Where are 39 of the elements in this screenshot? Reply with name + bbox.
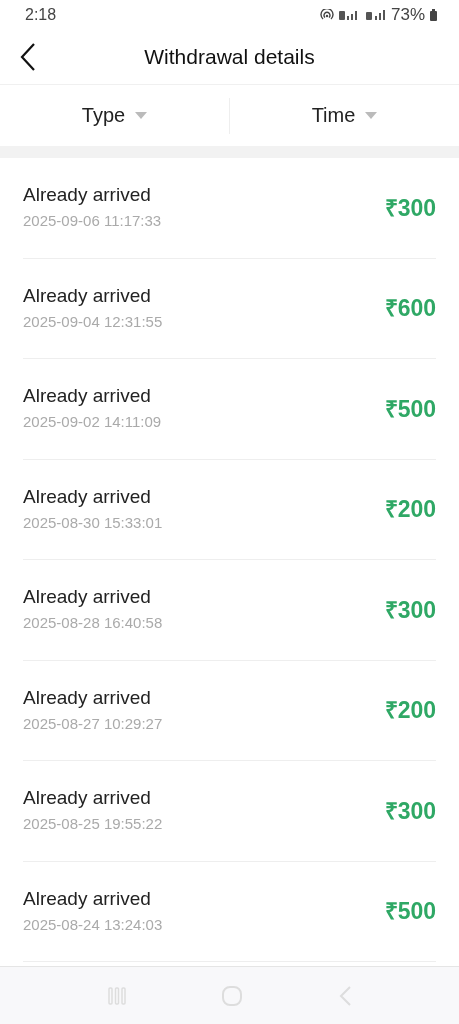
status-label: Already arrived [23, 385, 152, 408]
amount: ₹500 [384, 394, 436, 424]
caret-icon [135, 112, 148, 119]
amount: ₹300 [384, 595, 436, 625]
caret-icon [365, 112, 378, 119]
page-title: Withdrawal details [144, 45, 315, 69]
amount: ₹600 [384, 294, 436, 324]
record-time: 2025-08-25 19:55:22 [23, 815, 163, 833]
amount: ₹300 [384, 193, 436, 223]
amount: ₹200 [384, 696, 436, 726]
record-time: 2025-09-02 14:11:09 [23, 413, 162, 431]
status-label: Already arrived [23, 184, 152, 207]
record-time: 2025-08-30 15:33:01 [23, 513, 163, 531]
record-time: 2025-08-24 13:24:03 [23, 915, 163, 933]
status-label: Already arrived [23, 284, 152, 307]
status-label: Already arrived [23, 586, 152, 609]
battery-icon [430, 9, 437, 21]
battery-percentage: 73% [390, 5, 425, 25]
status-label: Already arrived [23, 686, 152, 709]
status-label: Already arrived [23, 787, 152, 810]
filter-dropdown[interactable]: Type [0, 85, 229, 146]
record-time: 2025-08-28 16:40:58 [23, 614, 163, 632]
back-icon[interactable] [337, 984, 352, 1007]
status-time: 2:18 [25, 6, 57, 24]
record-time: 2025-09-04 12:31:55 [23, 312, 163, 330]
record-time: 2025-08-27 10:29:27 [23, 714, 163, 732]
status-label: Already arrived [23, 485, 152, 508]
amount: ₹500 [384, 897, 436, 927]
back-icon [20, 42, 36, 72]
status-label: Already arrived [23, 887, 152, 910]
record-time: 2025-09-06 11:17:33 [23, 212, 162, 230]
back-button[interactable] [20, 42, 36, 72]
signal-icon [365, 9, 386, 21]
hotspot-icon [319, 9, 334, 21]
home-icon[interactable] [221, 984, 244, 1007]
amount: ₹200 [384, 495, 436, 525]
filter-dropdown[interactable]: Time [230, 85, 459, 146]
amount: ₹300 [384, 796, 436, 826]
recent-apps-icon[interactable] [107, 985, 128, 1006]
